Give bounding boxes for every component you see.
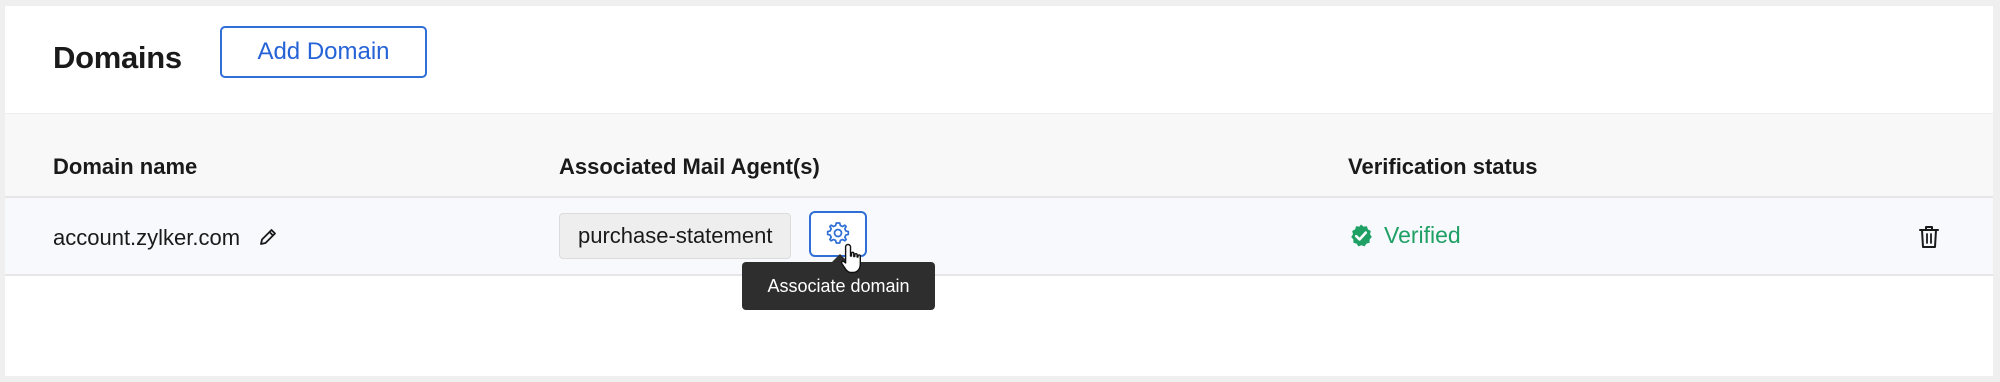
trash-icon[interactable]: [1917, 224, 1941, 250]
column-header-mail-agents: Associated Mail Agent(s): [559, 154, 820, 179]
add-domain-button[interactable]: Add Domain: [220, 26, 427, 78]
verified-label: Verified: [1384, 222, 1461, 248]
column-header-verification-status: Verification status: [1348, 154, 1538, 179]
page-title: Domains: [53, 40, 182, 75]
table-row: account.zylker.com purchase-statement Ve…: [5, 198, 1993, 276]
domain-name-cell: account.zylker.com: [53, 225, 241, 250]
mail-agent-chip: purchase-statement: [559, 213, 792, 259]
page-header: Domains Add Domain: [5, 6, 1993, 114]
table-header: Domain name Associated Mail Agent(s) Ver…: [5, 114, 1993, 198]
check-badge-icon: [1351, 224, 1372, 246]
column-header-domain-name: Domain name: [53, 154, 198, 179]
hand-pointer-icon: [840, 243, 861, 274]
pencil-icon[interactable]: [257, 226, 279, 248]
verification-status: Verified: [1348, 222, 1461, 249]
domains-panel: Domains Add Domain Domain name Associate…: [5, 6, 1993, 376]
